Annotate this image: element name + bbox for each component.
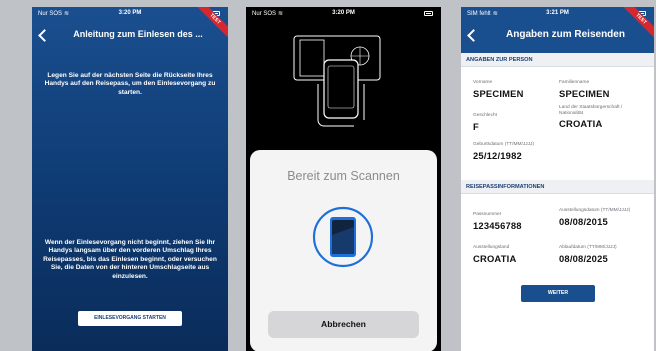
field-label: Geschlecht <box>473 113 497 118</box>
field-vorname: Vorname SPECIMEN <box>473 80 524 99</box>
field-value: 08/08/2025 <box>559 252 608 264</box>
field-ausstellungsland: Ausstellungsland CROATIA <box>473 245 516 264</box>
traveler-details-screen: SIM fehlt ≋ 3:21 PM TEST Angaben zum Reis… <box>461 7 654 351</box>
field-staatsbuergerschaft: Land der Staatsbürgerschaft / Nationalit… <box>559 105 645 129</box>
field-value: F <box>473 120 479 132</box>
field-ausstellungsdatum: Ausstellungsdatum (TT/MM/JJJJ) 08/08/201… <box>559 208 647 227</box>
weiter-button[interactable]: WEITER <box>521 285 595 302</box>
field-label: Ablaufdatum (TT/MM/JJJJ) <box>559 245 617 250</box>
field-familienname: Familienname SPECIMEN <box>559 80 610 99</box>
section-header-passport: REISEPASSINFORMATIONEN <box>461 180 654 194</box>
field-ablaufdatum: Ablaufdatum (TT/MM/JJJJ) 08/08/2025 <box>559 245 647 264</box>
scan-screen: Nur SOS ≋ 3:20 PM Bereit zum Scannen Abbr… <box>246 7 441 351</box>
scan-sheet: Bereit zum Scannen Abbrechen <box>250 150 437 351</box>
page-title: Angaben zum Reisenden <box>506 29 625 40</box>
cancel-button[interactable]: Abbrechen <box>268 311 419 338</box>
field-value: CROATIA <box>473 252 517 264</box>
field-label: Geburtsdatum (TT/MM/JJJJ) <box>473 142 535 147</box>
field-value: SPECIMEN <box>559 87 610 99</box>
field-passnummer: Passnummer 123456788 <box>473 212 522 231</box>
field-geschlecht: Geschlecht F <box>473 113 497 132</box>
section-header-person: ANGABEN ZUR PERSON <box>461 53 654 67</box>
field-value: 08/08/2015 <box>559 215 608 227</box>
instruction-text-top: Legen Sie auf der nächsten Seite die Rüc… <box>44 72 216 96</box>
field-label: Vorname <box>473 80 493 85</box>
field-geburtsdatum: Geburtsdatum (TT/MM/JJJJ) 25/12/1982 <box>473 142 534 161</box>
field-label: Ausstellungsland <box>473 245 510 250</box>
back-chevron-icon[interactable] <box>467 29 480 42</box>
field-value: SPECIMEN <box>473 87 524 99</box>
field-value: CROATIA <box>559 118 603 130</box>
phone-scan-icon <box>312 206 374 268</box>
clock: 3:20 PM <box>332 10 355 16</box>
instruction-text-bottom: Wenn der Einlesevorgang nicht beginnt, z… <box>43 239 217 280</box>
field-label: Familienname <box>559 80 590 85</box>
field-label: Passnummer <box>473 212 502 217</box>
page-title: Anleitung zum Einlesen des ... <box>73 29 203 39</box>
start-reading-button[interactable]: EINLESEVORGANG STARTEN <box>78 311 182 326</box>
field-label: Land der Staatsbürgerschaft / Nationalit… <box>559 105 623 116</box>
scan-sheet-title: Bereit zum Scannen <box>287 169 400 183</box>
field-label: Ausstellungsdatum (TT/MM/JJJJ) <box>559 208 631 213</box>
status-bar: Nur SOS ≋ 3:20 PM <box>246 10 441 20</box>
passport-phone-illustration-icon <box>293 35 381 127</box>
field-value: 25/12/1982 <box>473 149 522 161</box>
field-value: 123456788 <box>473 219 522 231</box>
navbar: Anleitung zum Einlesen des ... <box>32 23 228 57</box>
battery-icon <box>424 11 433 16</box>
back-chevron-icon[interactable] <box>38 29 51 42</box>
instruction-screen: Nur SOS ≋ 3:20 PM TEST Anleitung zum Einl… <box>32 7 228 351</box>
navbar: Angaben zum Reisenden <box>461 23 654 57</box>
